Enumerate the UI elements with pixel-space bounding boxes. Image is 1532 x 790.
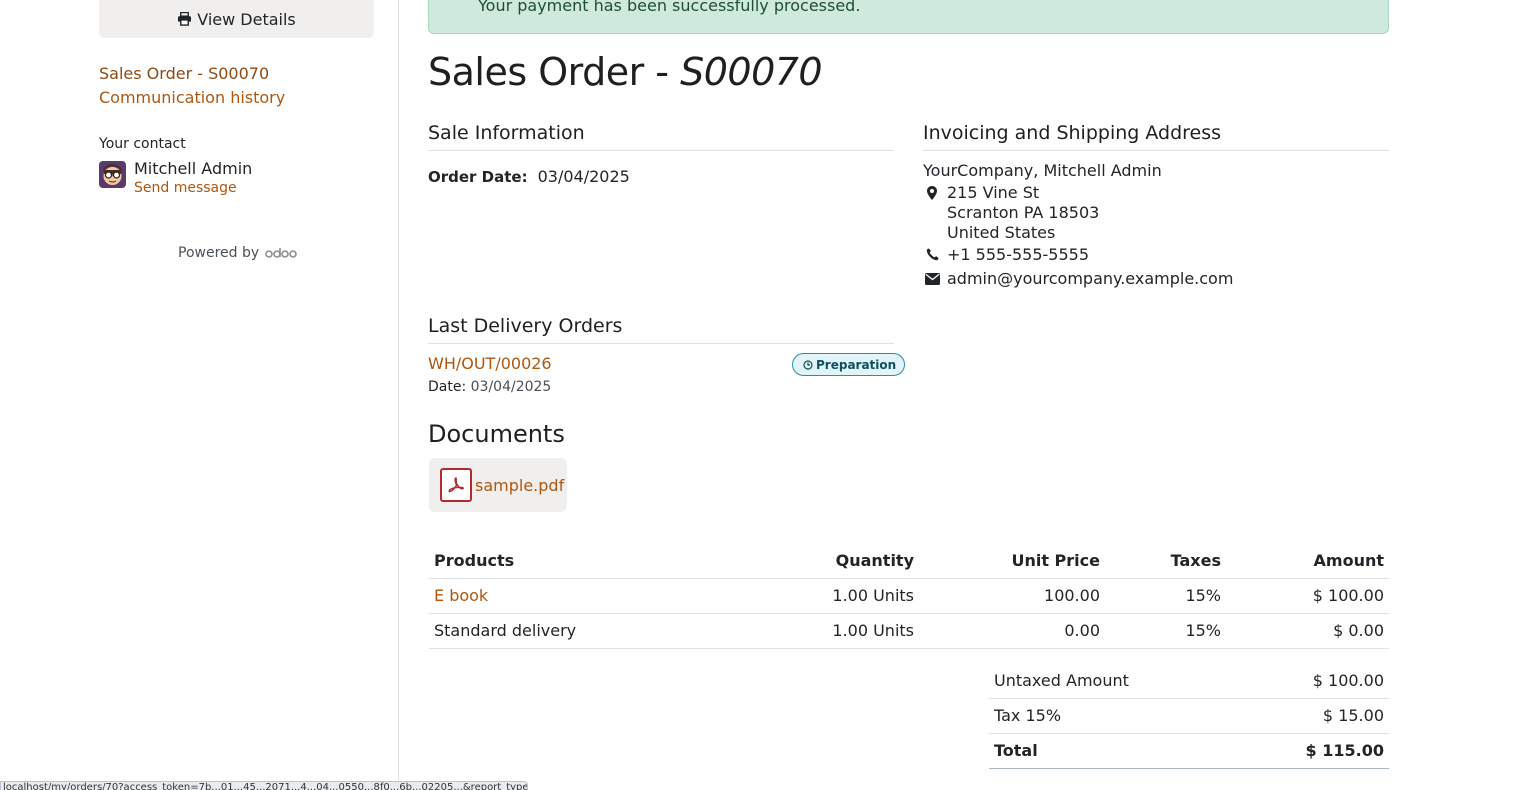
order-date-label: Order Date: bbox=[428, 168, 528, 186]
map-marker-icon bbox=[923, 186, 941, 200]
untaxed-row: Untaxed Amount $ 100.00 bbox=[989, 663, 1389, 699]
row-quantity: 1.00 Units bbox=[729, 578, 919, 614]
send-message-link[interactable]: Send message bbox=[134, 180, 237, 196]
phone-icon bbox=[923, 248, 941, 261]
sidebar: View Details Sales Order - S00070 Commun… bbox=[0, 0, 399, 790]
row-quantity: 1.00 Units bbox=[729, 613, 919, 649]
page-title: Sales Order - S00070 bbox=[428, 50, 823, 94]
last-delivery-orders-heading: Last Delivery Orders bbox=[428, 315, 894, 344]
view-details-label: View Details bbox=[197, 9, 296, 29]
table-header-row: Products Quantity Unit Price Taxes Amoun… bbox=[429, 544, 1389, 579]
sidebar-link-communication-history[interactable]: Communication history bbox=[99, 88, 285, 107]
table-row: E book 1.00 Units 100.00 15% $ 100.00 bbox=[429, 578, 1389, 614]
delivery-date-value: 03/04/2025 bbox=[470, 379, 552, 395]
untaxed-label: Untaxed Amount bbox=[989, 663, 1238, 699]
row-unit-price: 100.00 bbox=[919, 578, 1105, 614]
order-number: S00070 bbox=[680, 50, 823, 94]
product-link[interactable]: E book bbox=[434, 586, 488, 605]
row-amount: $ 100.00 bbox=[1226, 578, 1389, 614]
address-phone: +1 555-555-5555 bbox=[947, 245, 1090, 264]
sale-information-heading: Sale Information bbox=[428, 122, 894, 151]
order-date: Order Date: 03/04/2025 bbox=[428, 167, 630, 186]
pdf-icon bbox=[440, 468, 472, 502]
col-quantity: Quantity bbox=[729, 544, 919, 579]
address-country: United States bbox=[947, 223, 1056, 242]
documents-heading: Documents bbox=[428, 420, 565, 448]
col-amount: Amount bbox=[1226, 544, 1389, 579]
total-row: Total $ 115.00 bbox=[989, 733, 1389, 769]
delivery-order-link[interactable]: WH/OUT/00026 bbox=[428, 354, 552, 373]
row-taxes: 15% bbox=[1105, 613, 1226, 649]
untaxed-value: $ 100.00 bbox=[1237, 663, 1389, 699]
view-details-button[interactable]: View Details bbox=[99, 0, 374, 38]
sidebar-link-sales-order[interactable]: Sales Order - S00070 bbox=[99, 64, 269, 83]
browser-status-bar: localhost/my/orders/70?access_token=7b..… bbox=[0, 781, 528, 790]
alert-message: Your payment has been successfully proce… bbox=[478, 0, 861, 15]
total-value: $ 115.00 bbox=[1237, 733, 1389, 769]
address-email: admin@yourcompany.example.com bbox=[947, 269, 1234, 288]
col-unit-price: Unit Price bbox=[919, 544, 1105, 579]
row-unit-price: 0.00 bbox=[919, 613, 1105, 649]
col-products: Products bbox=[429, 544, 729, 579]
total-label: Total bbox=[989, 733, 1238, 769]
col-taxes: Taxes bbox=[1105, 544, 1226, 579]
order-date-value: 03/04/2025 bbox=[537, 167, 630, 186]
payment-success-alert: Your payment has been successfully proce… bbox=[428, 0, 1389, 34]
tax-row: Tax 15% $ 15.00 bbox=[989, 698, 1389, 734]
invoicing-shipping-heading: Invoicing and Shipping Address bbox=[923, 122, 1389, 151]
powered-by: Powered by bbox=[178, 245, 297, 261]
table-row: Standard delivery 1.00 Units 0.00 15% $ … bbox=[429, 613, 1389, 649]
status-badge: Preparation bbox=[792, 353, 906, 376]
totals-table: Untaxed Amount $ 100.00 Tax 15% $ 15.00 … bbox=[989, 663, 1389, 769]
clock-icon bbox=[803, 359, 813, 370]
products-table: Products Quantity Unit Price Taxes Amoun… bbox=[429, 544, 1389, 649]
delivery-date: Date: 03/04/2025 bbox=[428, 379, 551, 395]
status-badge-label: Preparation bbox=[816, 357, 897, 372]
avatar bbox=[99, 161, 126, 188]
tax-value: $ 15.00 bbox=[1237, 698, 1389, 734]
contact-name: Mitchell Admin bbox=[134, 159, 253, 178]
row-amount: $ 0.00 bbox=[1226, 613, 1389, 649]
address-name: YourCompany, Mitchell Admin bbox=[923, 161, 1162, 180]
document-file-name[interactable]: sample.pdf bbox=[475, 476, 564, 495]
printer-icon bbox=[178, 12, 192, 26]
your-contact-label: Your contact bbox=[99, 136, 186, 152]
odoo-logo[interactable] bbox=[265, 247, 297, 259]
document-card[interactable]: sample.pdf bbox=[429, 458, 567, 512]
page-title-prefix: Sales Order - bbox=[428, 50, 681, 94]
row-taxes: 15% bbox=[1105, 578, 1226, 614]
address-city: Scranton PA 18503 bbox=[947, 203, 1100, 222]
tax-label: Tax 15% bbox=[989, 698, 1238, 734]
row-product: Standard delivery bbox=[429, 613, 729, 649]
address-street: 215 Vine St bbox=[947, 183, 1040, 202]
envelope-icon bbox=[923, 273, 941, 285]
delivery-date-label: Date: bbox=[428, 379, 467, 395]
powered-by-label: Powered by bbox=[178, 245, 260, 261]
